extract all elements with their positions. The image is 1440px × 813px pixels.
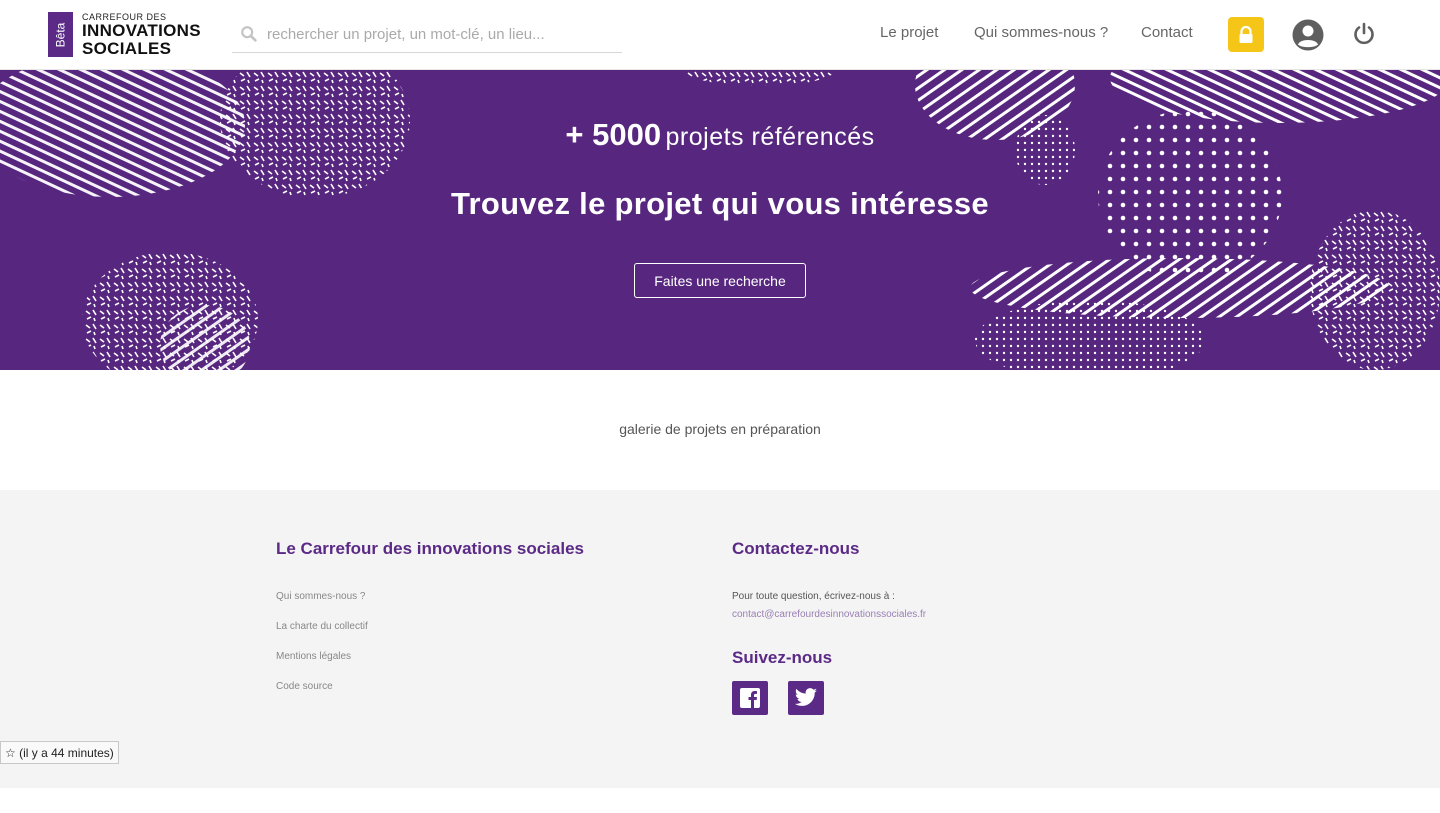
logo-line-3: SOCIALES — [82, 39, 172, 58]
site-logo[interactable]: Bêta CARREFOUR DES INNOVATIONS SOCIALES — [48, 12, 201, 58]
footer-link-mentions-legales[interactable]: Mentions légales — [276, 651, 351, 662]
search-input[interactable] — [267, 25, 607, 43]
footer-about-heading: Le Carrefour des innovations sociales — [276, 539, 584, 558]
power-icon[interactable] — [1352, 22, 1376, 46]
header: Bêta CARREFOUR DES INNOVATIONS SOCIALES … — [0, 0, 1440, 70]
project-count-number: + 5000 — [565, 117, 662, 152]
twitter-button[interactable] — [788, 681, 824, 715]
search-bar — [232, 16, 622, 53]
search-icon[interactable] — [240, 25, 258, 43]
footer: Le Carrefour des innovations sociales Qu… — [0, 490, 1440, 788]
facebook-icon — [740, 688, 760, 708]
search-cta-button[interactable]: Faites une recherche — [634, 263, 806, 298]
lock-button[interactable] — [1228, 17, 1264, 52]
footer-contact-column: Contactez-nous Pour toute question, écri… — [732, 539, 926, 715]
beta-badge: Bêta — [48, 12, 73, 57]
logo-line-2: INNOVATIONS — [82, 21, 201, 40]
nav-qui-sommes-nous[interactable]: Qui sommes-nous ? — [974, 24, 1108, 41]
project-count-label: projets référencés — [665, 123, 875, 151]
nav-contact[interactable]: Contact — [1141, 24, 1193, 41]
twitter-icon — [795, 688, 817, 706]
project-count: + 5000 projets référencés — [0, 117, 1440, 153]
user-icon[interactable] — [1291, 18, 1325, 52]
footer-link-code-source[interactable]: Code source — [276, 681, 333, 692]
footer-link-qui-sommes-nous[interactable]: Qui sommes-nous ? — [276, 591, 365, 602]
footer-contact-heading: Contactez-nous — [732, 539, 860, 558]
follow-us-heading: Suivez-nous — [732, 648, 833, 667]
footer-link-charte[interactable]: La charte du collectif — [276, 621, 368, 632]
logo-wordmark: CARREFOUR DES INNOVATIONS SOCIALES — [82, 12, 201, 58]
lock-icon — [1239, 25, 1253, 43]
facebook-button[interactable] — [732, 681, 768, 715]
timestamp-badge: ☆ (il y a 44 minutes) — [0, 741, 119, 764]
hero-banner: + 5000 projets référencés Trouvez le pro… — [0, 70, 1440, 370]
footer-about-column: Le Carrefour des innovations sociales Qu… — [276, 539, 584, 692]
contact-email-link[interactable]: contact@carrefourdesinnovationssociales.… — [732, 609, 926, 620]
hero-title: Trouvez le projet qui vous intéresse — [451, 186, 989, 221]
nav-le-projet[interactable]: Le projet — [880, 24, 938, 41]
gallery-placeholder-text: galerie de projets en préparation — [619, 421, 821, 437]
contact-question-text: Pour toute question, écrivez-nous à : — [732, 591, 895, 602]
